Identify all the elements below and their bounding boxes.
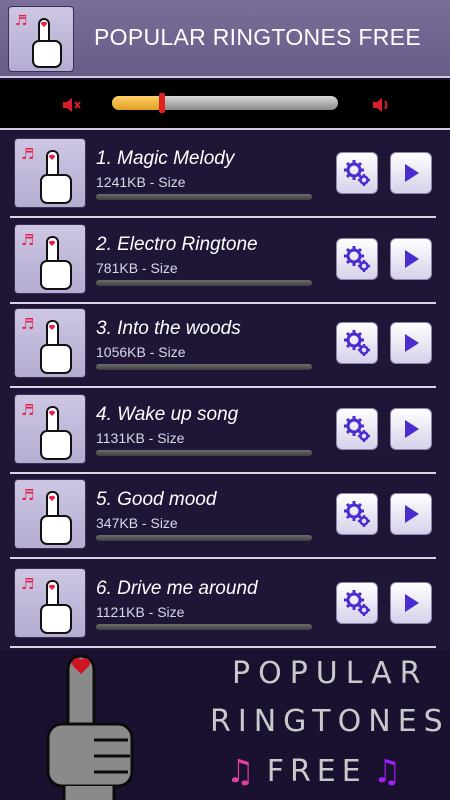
ringtone-name: 4. Wake up song: [96, 404, 239, 425]
play-button[interactable]: [390, 322, 432, 364]
ringtone-size: 1121KB - Size: [96, 604, 185, 620]
settings-button[interactable]: [336, 238, 378, 280]
ringtone-name: 5. Good mood: [96, 489, 217, 510]
thumbs-up-heart-icon: [38, 650, 138, 800]
settings-button[interactable]: [336, 408, 378, 450]
speaker-loud-icon[interactable]: [370, 94, 392, 116]
playback-progress: [96, 364, 312, 370]
playback-progress: [96, 535, 312, 541]
play-icon: [405, 250, 419, 268]
banner-line-3: ♫ FREE ♫: [226, 752, 407, 790]
thumbs-up-heart-icon: ♬: [14, 394, 86, 464]
music-note-icon: ♫: [226, 752, 261, 790]
ringtone-name: 1. Magic Melody: [96, 148, 235, 169]
ringtone-size: 347KB - Size: [96, 515, 178, 531]
list-item[interactable]: ♬ 4. Wake up song 1131KB - Size: [0, 388, 450, 474]
svg-text:♬: ♬: [21, 486, 34, 504]
play-icon: [405, 505, 419, 523]
gears-icon: [344, 501, 370, 527]
ringtone-size: 1241KB - Size: [96, 174, 186, 190]
row-divider: [10, 557, 436, 559]
speaker-mute-icon[interactable]: [60, 94, 82, 116]
play-icon: [405, 164, 419, 182]
thumbs-up-heart-icon: ♬: [14, 138, 86, 208]
playback-progress: [96, 624, 312, 630]
row-divider: [10, 646, 436, 648]
svg-text:♬: ♬: [21, 401, 34, 419]
music-note-icon: ♫: [372, 752, 408, 790]
app-title: POPULAR RINGTONES FREE: [94, 24, 421, 50]
settings-button[interactable]: [336, 152, 378, 194]
svg-text:♬: ♬: [15, 13, 28, 29]
play-button[interactable]: [390, 493, 432, 535]
play-icon: [405, 420, 419, 438]
settings-button[interactable]: [336, 582, 378, 624]
gears-icon: [344, 330, 370, 356]
gears-icon: [344, 416, 370, 442]
list-item[interactable]: ♬ 6. Drive me around 1121KB - Size: [0, 562, 450, 648]
playback-progress: [96, 450, 312, 456]
playback-progress: [96, 280, 312, 286]
gears-icon: [344, 246, 370, 272]
svg-text:♬: ♬: [21, 145, 34, 163]
list-item[interactable]: ♬ 2. Electro Ringtone 781KB - Size: [0, 218, 450, 304]
thumbs-up-heart-icon: ♬: [14, 224, 86, 294]
app-logo-icon: ♬: [8, 6, 74, 72]
play-button[interactable]: [390, 408, 432, 450]
list-item[interactable]: ♬ 5. Good mood 347KB - Size: [0, 473, 450, 559]
thumbs-up-heart-icon: ♬: [14, 479, 86, 549]
play-button[interactable]: [390, 582, 432, 624]
promo-banner[interactable]: POPULAR RINGTONES ♫ FREE ♫: [0, 650, 450, 800]
banner-line-2: RINGTONES: [210, 704, 450, 739]
volume-slider[interactable]: [112, 93, 338, 113]
ringtone-name: 3. Into the woods: [96, 318, 241, 339]
svg-text:♬: ♬: [21, 575, 34, 593]
thumbs-up-heart-icon: ♬: [14, 308, 86, 378]
volume-slider-thumb[interactable]: [158, 93, 165, 113]
volume-slider-fill: [112, 96, 162, 110]
play-icon: [405, 334, 419, 352]
gears-icon: [344, 590, 370, 616]
list-item[interactable]: ♬ 1. Magic Melody 1241KB - Size: [0, 132, 450, 218]
banner-line-1: POPULAR: [232, 656, 429, 691]
settings-button[interactable]: [336, 493, 378, 535]
playback-progress: [96, 194, 312, 200]
app-header: ♬ POPULAR RINGTONES FREE: [0, 0, 450, 78]
ringtone-name: 2. Electro Ringtone: [96, 234, 258, 255]
ringtone-size: 781KB - Size: [96, 260, 178, 276]
play-button[interactable]: [390, 238, 432, 280]
ringtone-name: 6. Drive me around: [96, 578, 258, 599]
list-item[interactable]: ♬ 3. Into the woods 1056KB - Size: [0, 302, 450, 388]
play-button[interactable]: [390, 152, 432, 194]
play-icon: [405, 594, 419, 612]
settings-button[interactable]: [336, 322, 378, 364]
ringtone-size: 1131KB - Size: [96, 430, 185, 446]
gears-icon: [344, 160, 370, 186]
thumbs-up-heart-icon: ♬: [14, 568, 86, 638]
ringtone-list: ♬ 1. Magic Melody 1241KB - Size ♬ 2. Electro…: [0, 132, 450, 650]
banner-line-3-text: FREE: [266, 753, 367, 789]
svg-text:♬: ♬: [21, 231, 34, 249]
ringtone-size: 1056KB - Size: [96, 344, 186, 360]
svg-text:♬: ♬: [21, 315, 34, 333]
